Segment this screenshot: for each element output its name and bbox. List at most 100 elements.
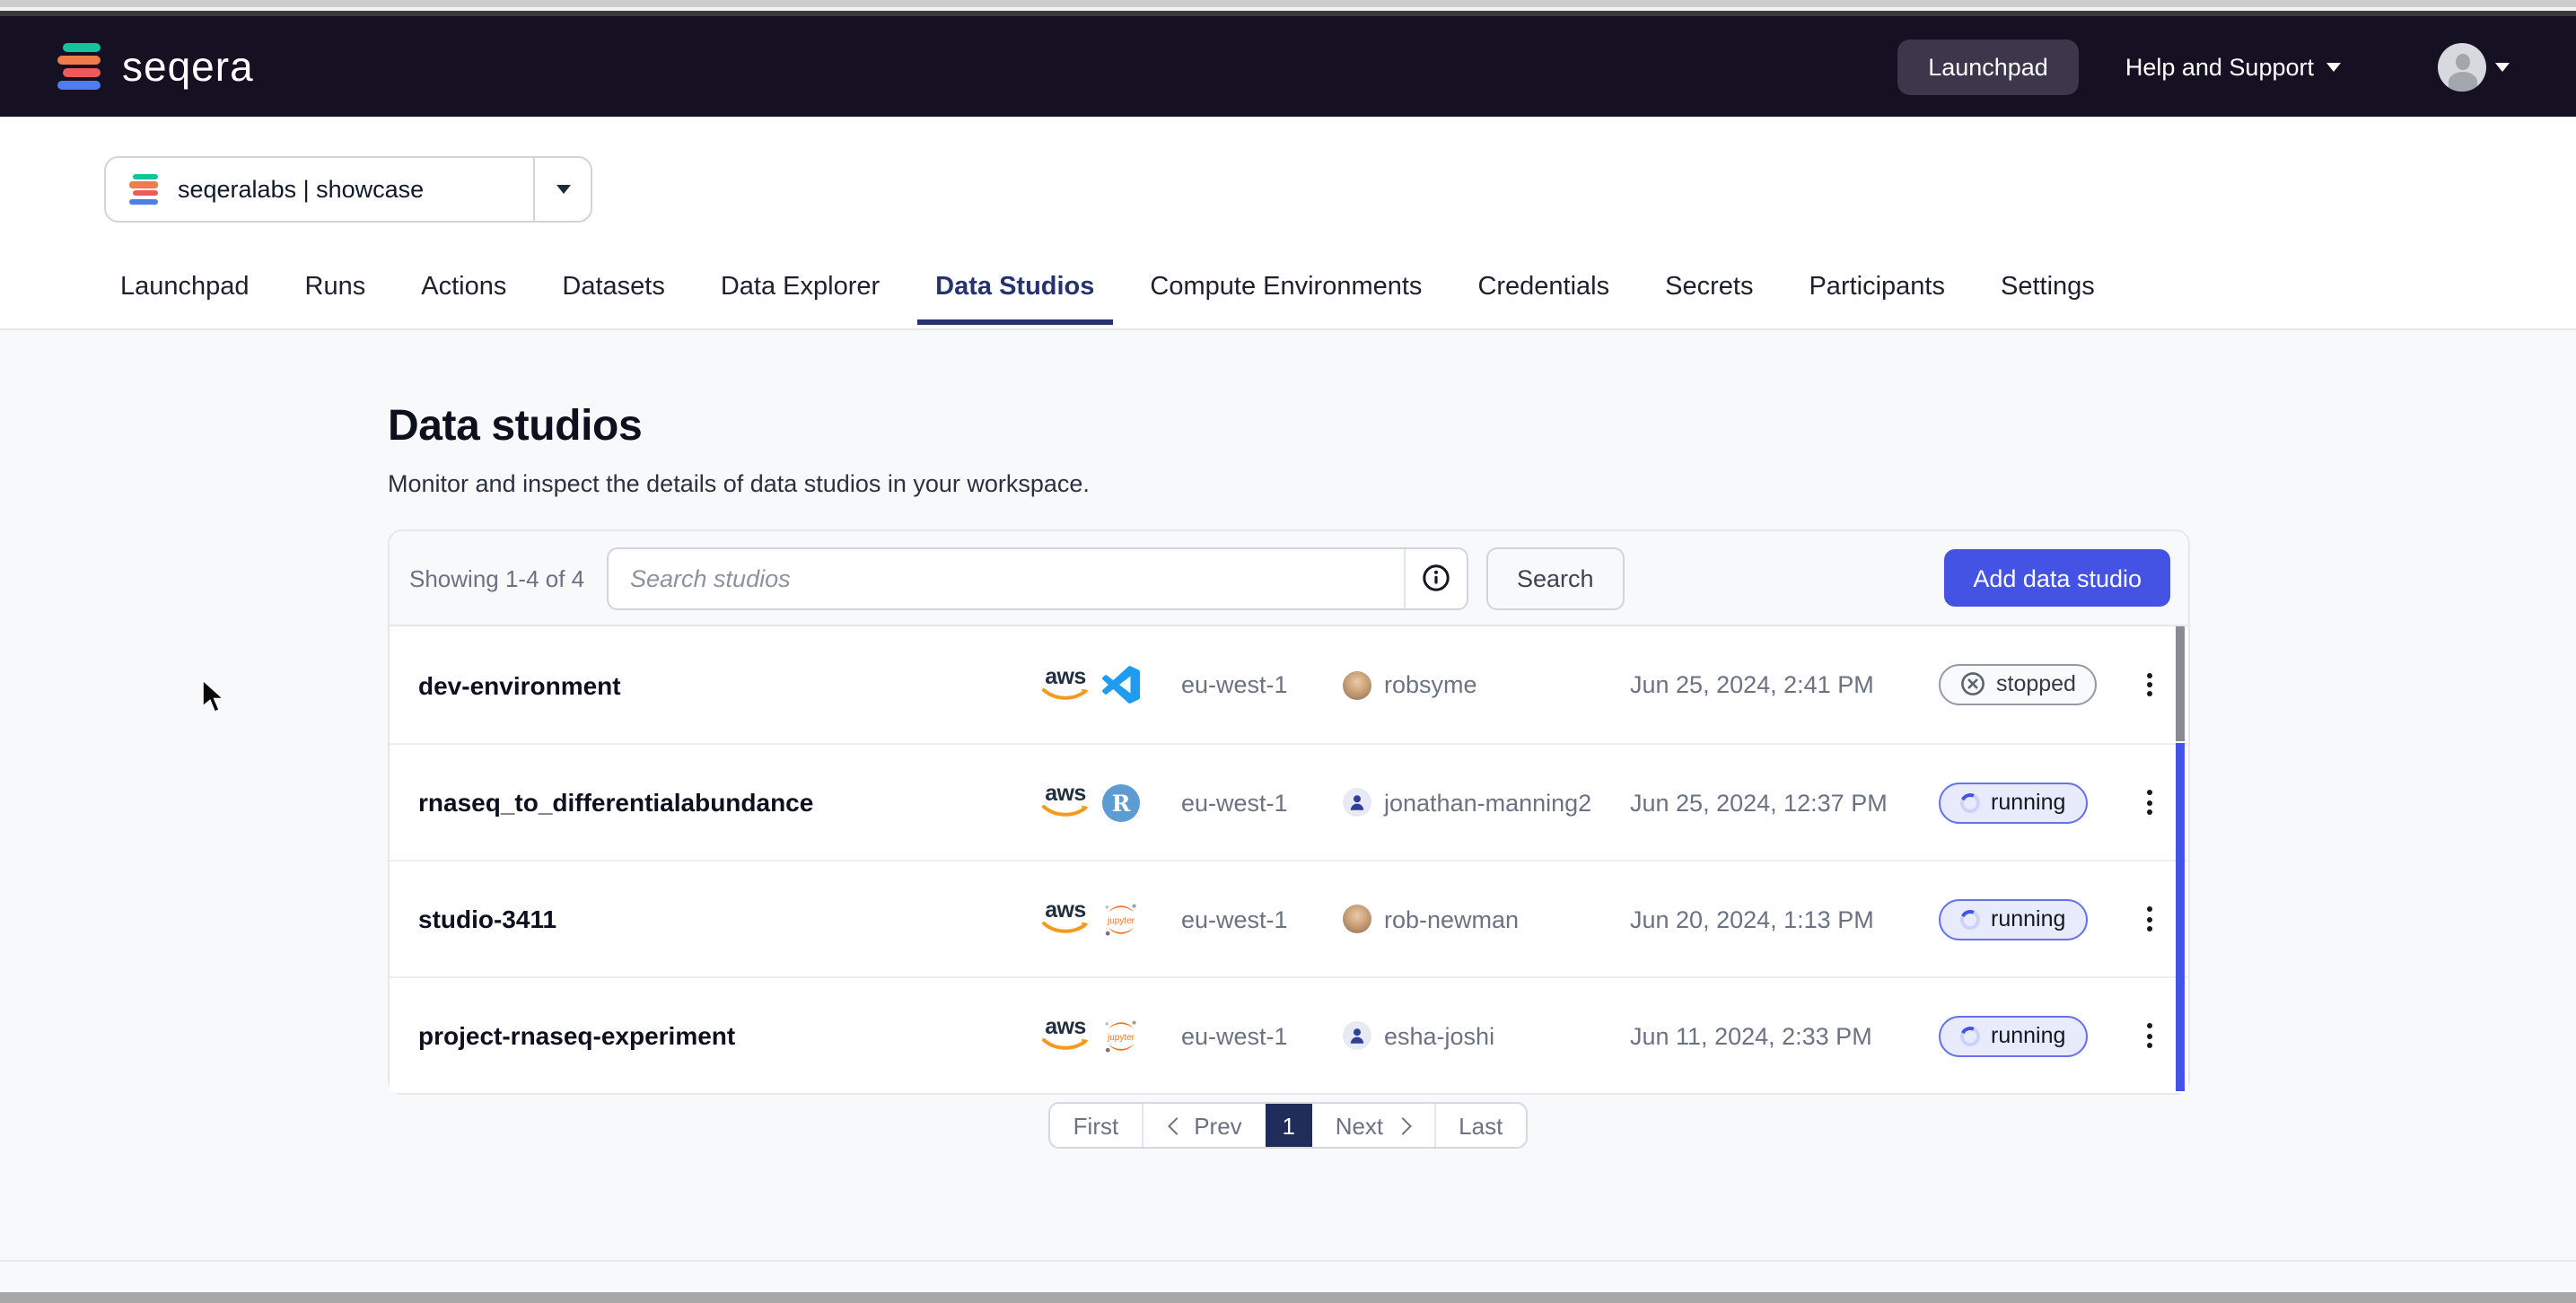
status-badge: running [1939, 1015, 2087, 1056]
status-label: running [1991, 1023, 2065, 1048]
r-lang-icon: R [1102, 783, 1140, 821]
studio-row[interactable]: project-rnaseq-experimentaws jupyter eu-we… [390, 976, 2188, 1093]
spinner-icon [1958, 1023, 1983, 1048]
search-input-group [607, 547, 1468, 609]
chevron-down-icon [556, 185, 570, 194]
studio-name[interactable]: project-rnaseq-experiment [418, 1021, 1041, 1050]
seqera-logo-icon [129, 172, 160, 206]
studio-name[interactable]: studio-3411 [418, 905, 1041, 933]
spinner-icon [1958, 906, 1983, 931]
chevron-right-icon [1396, 1118, 1410, 1132]
studio-row[interactable]: dev-environmentaws eu-west-1 robsyme Jun 25… [390, 626, 2188, 743]
created-date: Jun 25, 2024, 2:41 PM [1630, 671, 1939, 698]
tab-actions[interactable]: Actions [421, 273, 506, 325]
studio-name[interactable]: dev-environment [418, 670, 1041, 699]
window-chrome-top [0, 0, 2576, 7]
status-badge: running [1939, 782, 2087, 823]
scrollbar-track-blue [2176, 743, 2185, 1091]
brand-name: seqera [122, 42, 254, 91]
add-data-studio-button[interactable]: Add data studio [1944, 549, 2170, 607]
row-menu-button[interactable] [2127, 781, 2170, 824]
tab-datasets[interactable]: Datasets [562, 273, 664, 325]
status-cell: running [1939, 898, 2127, 940]
tab-secrets[interactable]: Secrets [1665, 273, 1753, 325]
tab-compute-environments[interactable]: Compute Environments [1150, 273, 1422, 325]
region: eu-west-1 [1181, 671, 1343, 698]
top-navbar: seqera Launchpad Help and Support [0, 16, 2576, 117]
person-icon [1348, 1027, 1366, 1045]
provider-platform-icons: aws jupyter [1041, 900, 1181, 938]
user-avatar [2438, 42, 2486, 91]
x-circle-icon [1960, 672, 1985, 697]
tab-data-explorer[interactable]: Data Explorer [721, 273, 880, 325]
workspace-selector[interactable]: seqeralabs | showcase [104, 156, 592, 223]
row-menu-button[interactable] [2127, 897, 2170, 940]
owner: jonathan-manning2 [1343, 788, 1630, 817]
pagination-first[interactable]: First [1050, 1104, 1144, 1147]
jupyter-icon: jupyter [1102, 900, 1140, 938]
studios-table: dev-environmentawseu-west-1robsymeJun 25… [390, 626, 2188, 1093]
studio-name[interactable]: rnaseq_to_differentialabundance [418, 788, 1041, 817]
chevron-down-icon [2326, 62, 2341, 71]
status-cell: running [1939, 1015, 2127, 1056]
studio-row[interactable]: rnaseq_to_differentialabundanceawsReu-we… [390, 743, 2188, 860]
workspace-tabs: Launchpad Runs Actions Datasets Data Explore… [120, 273, 2095, 325]
search-info-button[interactable] [1404, 548, 1467, 608]
tab-launchpad[interactable]: Launchpad [120, 273, 250, 325]
workspace-dropdown-button[interactable] [533, 158, 591, 221]
tab-data-studios[interactable]: Data Studios [917, 273, 1112, 325]
user-avatar-generic [1343, 1021, 1371, 1050]
provider-platform-icons: aws [1041, 666, 1181, 704]
svg-text:jupyter: jupyter [1107, 1032, 1135, 1042]
pagination-next[interactable]: Next [1312, 1104, 1435, 1147]
created-date: Jun 20, 2024, 1:13 PM [1630, 905, 1939, 932]
search-input[interactable] [609, 548, 1404, 608]
status-badge: running [1939, 898, 2087, 940]
owner-username: robsyme [1384, 671, 1477, 698]
aws-icon: aws [1041, 1018, 1090, 1054]
status-label: running [1991, 790, 2065, 815]
aws-icon: aws [1041, 667, 1090, 703]
region: eu-west-1 [1181, 905, 1343, 932]
created-date: Jun 11, 2024, 2:33 PM [1630, 1022, 1939, 1049]
tab-credentials[interactable]: Credentials [1477, 273, 1609, 325]
row-menu-button[interactable] [2127, 1014, 2170, 1057]
brand[interactable]: seqera [57, 41, 254, 92]
vscode-icon [1102, 666, 1140, 704]
pagination-last[interactable]: Last [1435, 1104, 1526, 1147]
prev-label: Prev [1194, 1112, 1241, 1139]
row-menu-button[interactable] [2127, 663, 2170, 706]
workspace-name: seqeralabs | showcase [178, 176, 533, 203]
user-menu[interactable] [2438, 42, 2510, 91]
region: eu-west-1 [1181, 789, 1343, 816]
tab-settings[interactable]: Settings [2001, 273, 2095, 325]
chevron-down-icon [2495, 62, 2510, 71]
region: eu-west-1 [1181, 1022, 1343, 1049]
info-circle-icon [1422, 564, 1450, 592]
table-scrollbar[interactable] [2176, 626, 2185, 1093]
status-cell: stopped [1939, 664, 2127, 706]
studio-row[interactable]: studio-3411awsjupytereu-west-1rob-newman… [390, 860, 2188, 976]
search-button[interactable]: Search [1486, 547, 1625, 609]
tab-participants[interactable]: Participants [1809, 273, 1945, 325]
tab-runs[interactable]: Runs [305, 273, 366, 325]
owner-username: esha-joshi [1384, 1022, 1494, 1049]
launchpad-button[interactable]: Launchpad [1897, 39, 2079, 94]
owner: esha-joshi [1343, 1021, 1630, 1050]
scrollbar-thumb[interactable] [2176, 626, 2185, 741]
person-icon [1348, 793, 1366, 811]
pagination-current-page[interactable]: 1 [1266, 1104, 1312, 1147]
results-count: Showing 1-4 of 4 [409, 564, 607, 591]
user-avatar-photo [1343, 905, 1371, 933]
provider-platform-icons: aws jupyter [1041, 1017, 1181, 1054]
owner: robsyme [1343, 670, 1630, 699]
next-label: Next [1336, 1112, 1383, 1139]
aws-icon: aws [1041, 901, 1090, 937]
pagination-group: First Prev 1 Next Last [1048, 1102, 1529, 1149]
help-and-support-menu[interactable]: Help and Support [2125, 53, 2341, 80]
pagination-prev[interactable]: Prev [1143, 1104, 1265, 1147]
window-chrome-bottom [0, 1292, 2576, 1303]
status-label: running [1991, 906, 2065, 931]
owner-username: jonathan-manning2 [1384, 789, 1591, 816]
seqera-app: seqera Launchpad Help and Support seqera… [0, 0, 2576, 1303]
